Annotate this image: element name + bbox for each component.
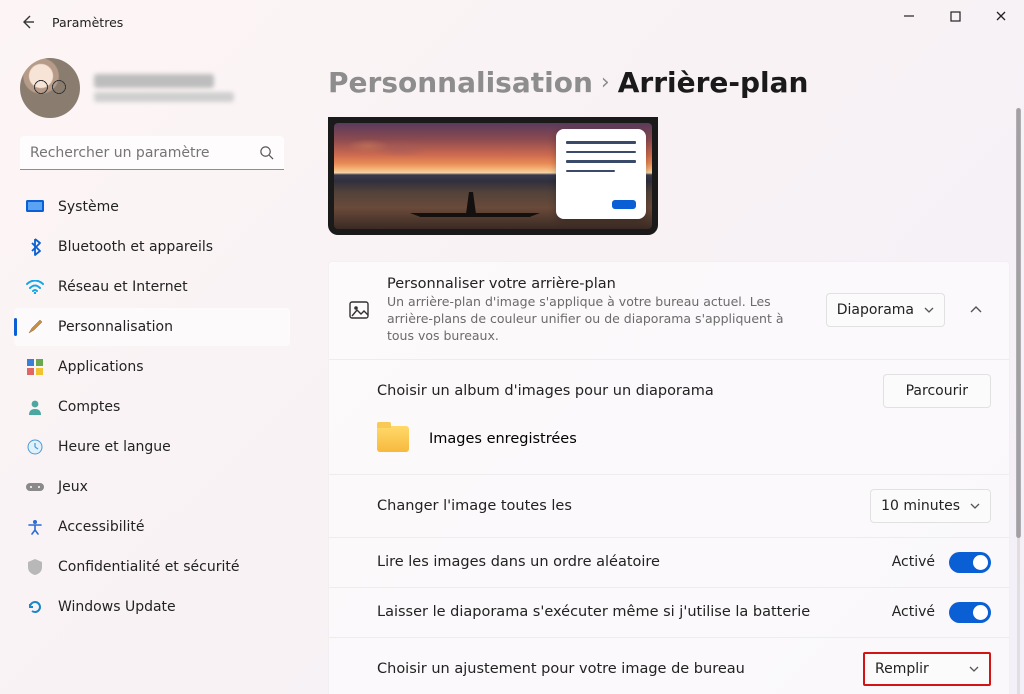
chevron-down-icon	[969, 666, 979, 672]
nav-label: Confidentialité et sécurité	[58, 559, 239, 575]
interval-dropdown[interactable]: 10 minutes	[870, 489, 991, 523]
personalize-background-header[interactable]: Personnaliser votre arrière-plan Un arri…	[329, 262, 1009, 359]
bluetooth-icon	[26, 238, 44, 256]
titlebar: Paramètres	[0, 0, 1024, 44]
nav-label: Réseau et Internet	[58, 279, 188, 295]
header-subtitle: Un arrière-plan d'image s'applique à vot…	[387, 294, 810, 345]
user-email-redacted	[94, 92, 234, 102]
chevron-up-icon	[970, 306, 982, 314]
nav-accounts[interactable]: Comptes	[14, 388, 290, 426]
brush-icon	[26, 318, 44, 336]
user-profile[interactable]	[14, 58, 290, 136]
close-icon	[995, 10, 1007, 22]
nav-privacy[interactable]: Confidentialité et sécurité	[14, 548, 290, 586]
accessibility-icon	[26, 518, 44, 536]
background-type-dropdown[interactable]: Diaporama	[826, 293, 945, 327]
fit-row: Choisir un ajustement pour votre image d…	[329, 637, 1009, 694]
selected-folder-row[interactable]: Images enregistrées	[329, 422, 1009, 474]
breadcrumb-current: Arrière-plan	[618, 66, 809, 99]
gamepad-icon	[26, 478, 44, 496]
expand-toggle[interactable]	[961, 303, 991, 317]
minimize-button[interactable]	[886, 0, 932, 32]
battery-label: Laisser le diaporama s'exécuter même si …	[377, 604, 892, 620]
nav-system[interactable]: Système	[14, 188, 290, 226]
breadcrumb-parent[interactable]: Personnalisation	[328, 66, 593, 99]
update-icon	[26, 598, 44, 616]
maximize-button[interactable]	[932, 0, 978, 32]
search-icon	[259, 145, 274, 160]
user-info	[94, 74, 234, 102]
shuffle-state: Activé	[892, 554, 935, 570]
globe-clock-icon	[26, 438, 44, 456]
nav-network[interactable]: Réseau et Internet	[14, 268, 290, 306]
back-button[interactable]	[8, 2, 48, 42]
nav-label: Comptes	[58, 399, 120, 415]
nav-label: Windows Update	[58, 599, 176, 615]
fit-label: Choisir un ajustement pour votre image d…	[377, 661, 863, 677]
nav-label: Bluetooth et appareils	[58, 239, 213, 255]
fit-dropdown[interactable]: Remplir	[863, 652, 991, 686]
scrollbar-thumb[interactable]	[1016, 108, 1021, 538]
user-name-redacted	[94, 74, 214, 88]
nav-label: Accessibilité	[58, 519, 144, 535]
choose-album-row: Choisir un album d'images pour un diapor…	[329, 359, 1009, 422]
interval-label: Changer l'image toutes les	[377, 498, 870, 514]
interval-row: Changer l'image toutes les 10 minutes	[329, 474, 1009, 537]
avatar	[20, 58, 80, 118]
breadcrumb: Personnalisation › Arrière-plan	[328, 44, 1010, 117]
window-controls	[886, 0, 1024, 32]
nav-gaming[interactable]: Jeux	[14, 468, 290, 506]
breadcrumb-separator: ›	[601, 70, 610, 95]
close-button[interactable]	[978, 0, 1024, 32]
shuffle-label: Lire les images dans un ordre aléatoire	[377, 554, 892, 570]
chevron-down-icon	[970, 503, 980, 509]
desktop-preview	[328, 117, 658, 235]
sidebar: Système Bluetooth et appareils Réseau et…	[0, 44, 300, 694]
nav-update[interactable]: Windows Update	[14, 588, 290, 626]
folder-name: Images enregistrées	[429, 431, 577, 447]
battery-row: Laisser le diaporama s'exécuter même si …	[329, 587, 1009, 637]
shuffle-row: Lire les images dans un ordre aléatoire …	[329, 537, 1009, 587]
minimize-icon	[903, 10, 915, 22]
image-icon	[347, 300, 371, 320]
dropdown-value: Diaporama	[837, 302, 914, 318]
search-box[interactable]	[20, 136, 284, 170]
nav-personalization[interactable]: Personnalisation	[14, 308, 290, 346]
nav-accessibility[interactable]: Accessibilité	[14, 508, 290, 546]
window-title: Paramètres	[52, 15, 123, 30]
arrow-left-icon	[20, 14, 36, 30]
nav-apps[interactable]: Applications	[14, 348, 290, 386]
browse-button[interactable]: Parcourir	[883, 374, 991, 408]
dropdown-value: 10 minutes	[881, 498, 960, 514]
monitor-icon	[26, 198, 44, 216]
nav-time[interactable]: Heure et langue	[14, 428, 290, 466]
nav-label: Applications	[58, 359, 144, 375]
search-input[interactable]	[30, 145, 259, 161]
album-label: Choisir un album d'images pour un diapor…	[377, 383, 883, 399]
nav-label: Jeux	[58, 479, 88, 495]
battery-toggle[interactable]	[949, 602, 991, 623]
main-content: Personnalisation › Arrière-plan Personna…	[300, 44, 1024, 694]
chevron-down-icon	[924, 307, 934, 313]
dropdown-value: Remplir	[875, 661, 929, 677]
person-icon	[26, 398, 44, 416]
shield-icon	[26, 558, 44, 576]
wifi-icon	[26, 278, 44, 296]
nav-label: Personnalisation	[58, 319, 173, 335]
shuffle-toggle[interactable]	[949, 552, 991, 573]
wallpaper-preview	[334, 123, 652, 229]
battery-state: Activé	[892, 604, 935, 620]
header-title: Personnaliser votre arrière-plan	[387, 276, 810, 292]
folder-icon	[377, 426, 409, 452]
button-label: Parcourir	[906, 383, 968, 399]
maximize-icon	[950, 11, 961, 22]
background-section: Personnaliser votre arrière-plan Un arri…	[328, 261, 1010, 694]
window-preview	[556, 129, 646, 219]
nav-bluetooth[interactable]: Bluetooth et appareils	[14, 228, 290, 266]
nav-label: Heure et langue	[58, 439, 171, 455]
nav-list: Système Bluetooth et appareils Réseau et…	[14, 188, 290, 626]
wallpaper-silhouette	[410, 181, 550, 217]
apps-icon	[26, 358, 44, 376]
nav-label: Système	[58, 199, 119, 215]
